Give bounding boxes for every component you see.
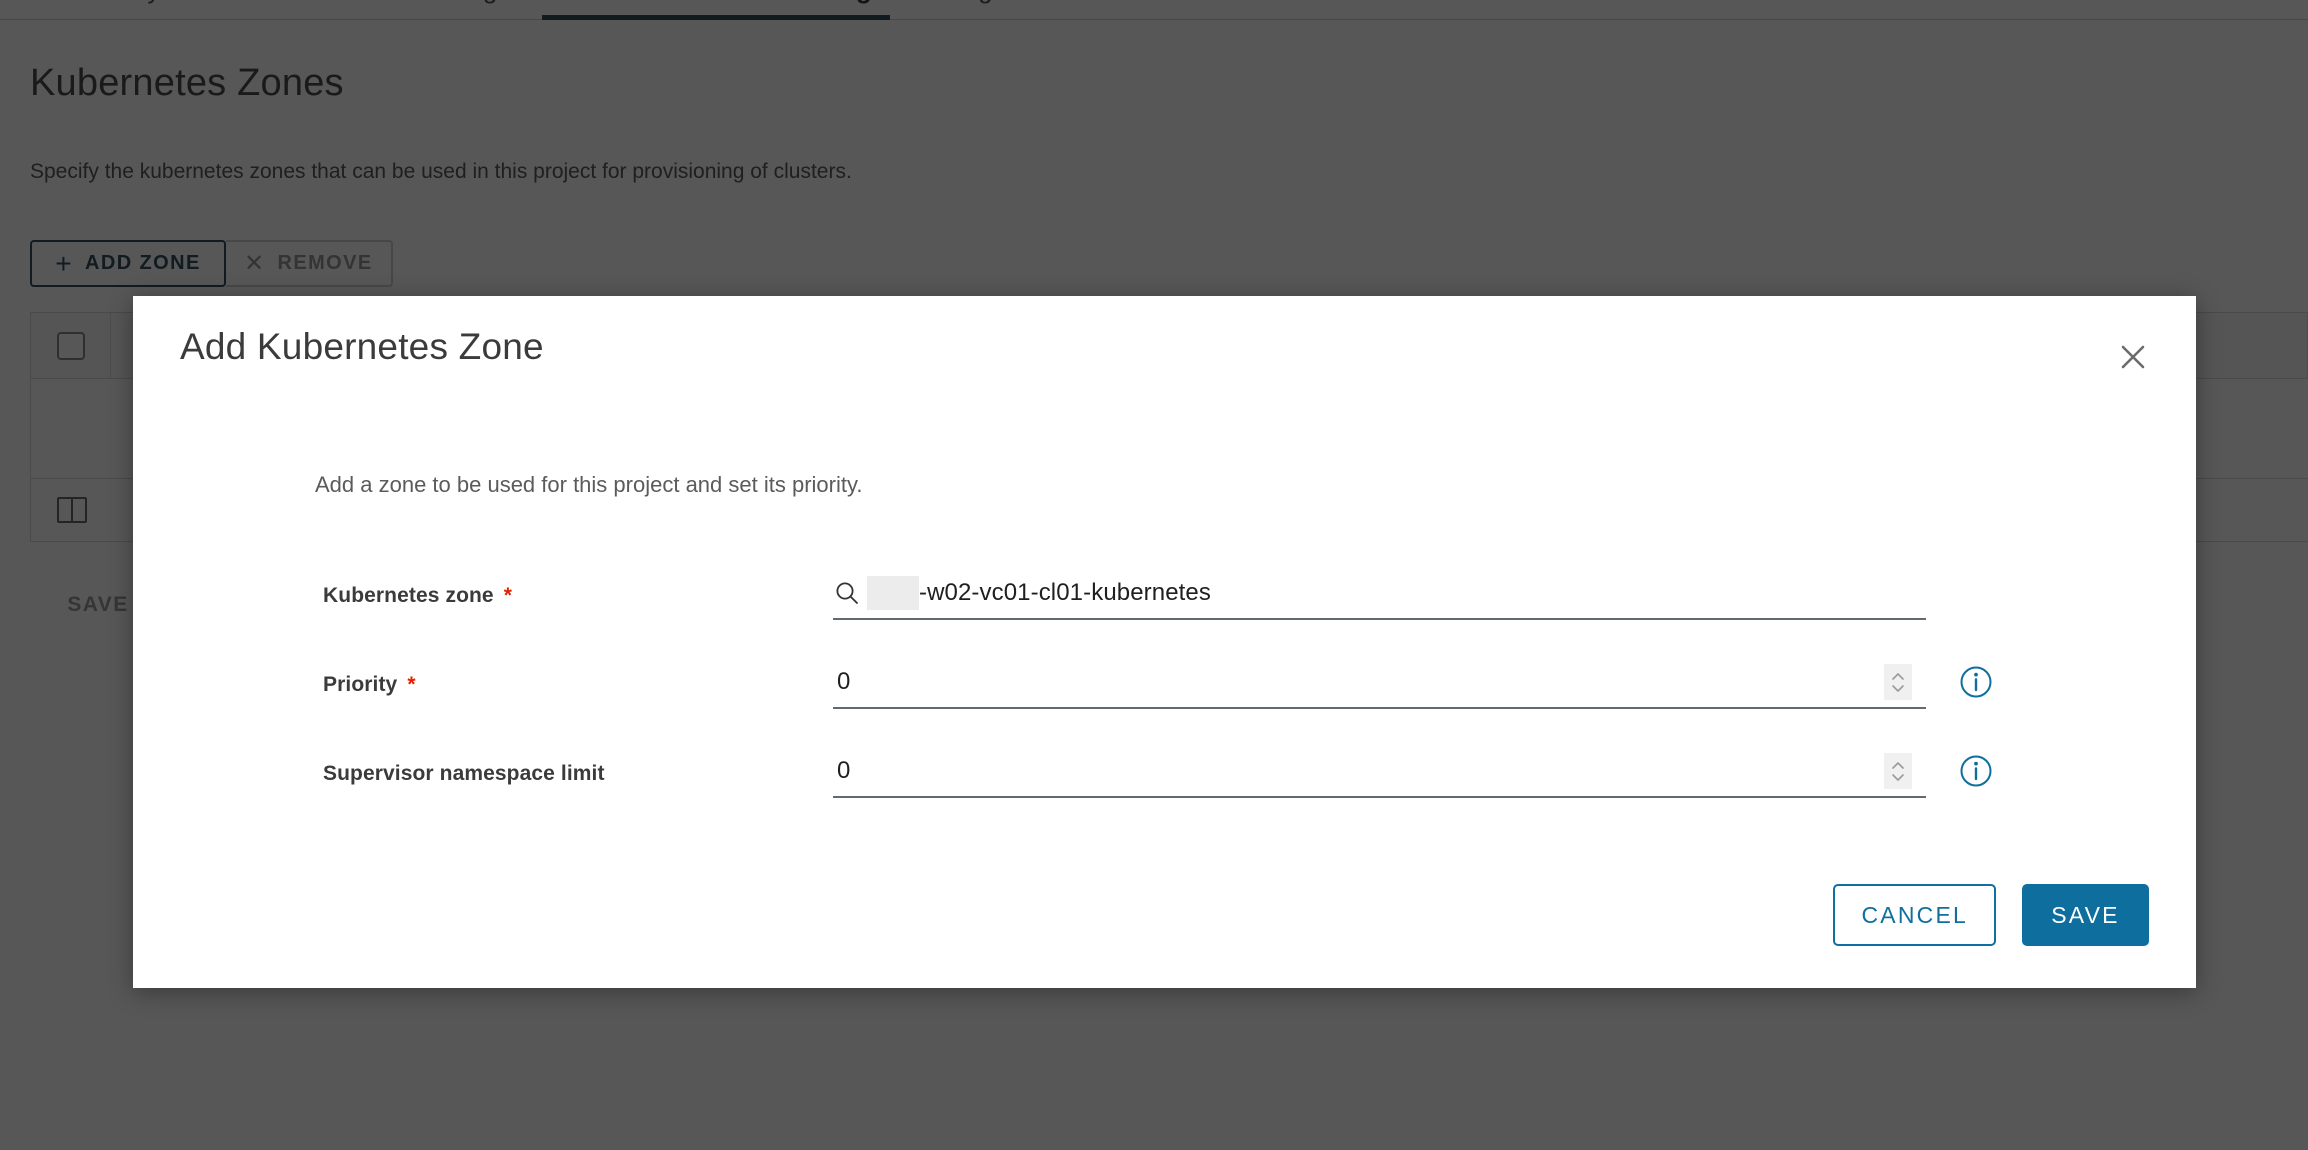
priority-info-icon[interactable] <box>1959 665 1993 699</box>
label-text: Kubernetes zone <box>323 584 494 607</box>
priority-input[interactable]: 0 <box>833 657 1926 709</box>
modal-footer: CANCEL SAVE <box>1833 884 2149 946</box>
supervisor-namespace-limit-input[interactable]: 0 <box>833 746 1926 798</box>
save-label: SAVE <box>2051 901 2120 928</box>
search-icon <box>833 579 861 607</box>
redacted-value-block <box>867 576 919 610</box>
form-row-priority: Priority * 0 <box>133 657 2196 746</box>
add-kubernetes-zone-modal: Add Kubernetes Zone Add a zone to be use… <box>133 296 2196 988</box>
required-marker: * <box>407 673 416 696</box>
add-zone-form: Kubernetes zone * -w02-vc01-cl01-kubernet… <box>133 568 2196 835</box>
kubernetes-zone-field-wrap: -w02-vc01-cl01-kubernetes <box>833 568 1926 620</box>
cancel-button[interactable]: CANCEL <box>1833 884 1996 946</box>
label-supervisor-namespace-limit: Supervisor namespace limit <box>323 762 615 786</box>
modal-title: Add Kubernetes Zone <box>180 326 544 367</box>
form-row-supervisor-namespace-limit: Supervisor namespace limit 0 <box>133 746 2196 835</box>
supervisor-namespace-limit-info-icon[interactable] <box>1959 754 1993 788</box>
supervisor-namespace-limit-stepper[interactable] <box>1884 753 1912 789</box>
cancel-label: CANCEL <box>1861 901 1968 928</box>
kubernetes-zone-input[interactable]: -w02-vc01-cl01-kubernetes <box>833 568 1926 620</box>
close-icon[interactable] <box>2110 334 2156 380</box>
save-button[interactable]: SAVE <box>2022 884 2149 946</box>
label-kubernetes-zone: Kubernetes zone * <box>323 584 512 608</box>
label-priority: Priority * <box>323 673 416 697</box>
kubernetes-zone-value: -w02-vc01-cl01-kubernetes <box>919 579 1211 606</box>
label-text: Priority <box>323 673 398 696</box>
priority-field-wrap: 0 <box>833 657 1926 709</box>
supervisor-namespace-limit-value: 0 <box>837 757 851 784</box>
required-marker: * <box>503 584 512 607</box>
form-row-kubernetes-zone: Kubernetes zone * -w02-vc01-cl01-kubernet… <box>133 568 2196 657</box>
priority-value: 0 <box>837 668 851 695</box>
modal-subtitle: Add a zone to be used for this project a… <box>315 472 863 497</box>
supervisor-namespace-limit-field-wrap: 0 <box>833 746 1926 798</box>
label-text: Supervisor namespace limit <box>323 762 605 785</box>
priority-stepper[interactable] <box>1884 664 1912 700</box>
